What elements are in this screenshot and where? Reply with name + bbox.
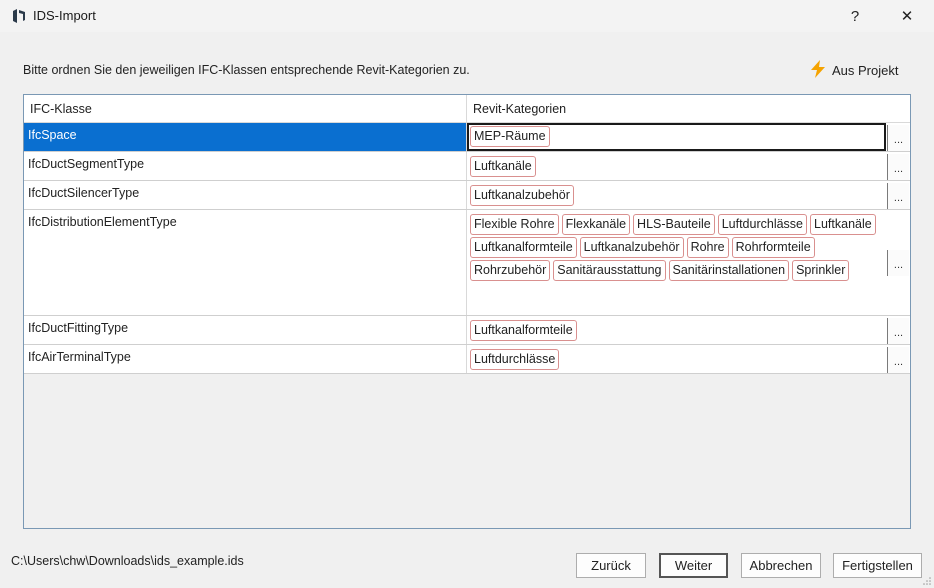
category-tag[interactable]: Luftkanalformteile — [470, 237, 577, 258]
resize-grip-icon[interactable] — [922, 576, 932, 586]
category-tag[interactable]: Sanitärausstattung — [553, 260, 666, 281]
lightning-icon — [808, 59, 828, 82]
category-tag[interactable]: Luftkanäle — [810, 214, 876, 235]
ifc-class-cell: IfcDuctFittingType — [28, 321, 129, 335]
category-tag[interactable]: Luftdurchlässe — [717, 214, 808, 235]
table-row[interactable]: IfcSpace MEP-Räume... — [24, 123, 910, 152]
browse-categories-button[interactable]: ... — [887, 250, 909, 276]
file-path: C:\Users\chw\Downloads\ids_example.ids — [11, 554, 244, 568]
category-tag[interactable]: MEP-Räume — [470, 126, 550, 147]
back-button[interactable]: Zurück — [576, 553, 646, 578]
category-tag[interactable]: Luftdurchlässe — [470, 349, 560, 370]
ifc-class-cell: IfcSpace — [28, 128, 77, 142]
ifc-class-cell: IfcDistributionElementType — [28, 215, 177, 229]
table-row[interactable]: IfcDuctSilencerType Luftkanalzubehör... — [24, 181, 910, 210]
window-title: IDS-Import — [33, 8, 96, 23]
grid-header: IFC-Klasse Revit-Kategorien — [24, 95, 910, 123]
help-button[interactable]: ? — [832, 0, 878, 32]
from-project-label: Aus Projekt — [832, 62, 899, 78]
browse-categories-button[interactable]: ... — [887, 125, 909, 151]
category-tag[interactable]: Luftkanalformteile — [470, 320, 577, 341]
category-tags: Luftkanalformteile — [470, 320, 884, 341]
browse-categories-button[interactable]: ... — [887, 347, 909, 373]
category-tags: Luftkanäle — [470, 156, 884, 177]
ifc-class-cell: IfcAirTerminalType — [28, 350, 131, 364]
category-tag[interactable]: Luftkanäle — [470, 156, 536, 177]
category-tag[interactable]: Rohrformteile — [731, 237, 815, 258]
title-bar: IDS-Import ? ✕ — [0, 0, 934, 32]
next-button[interactable]: Weiter — [659, 553, 728, 578]
column-header-revit-categories[interactable]: Revit-Kategorien — [473, 102, 566, 116]
category-tag[interactable]: Flexible Rohre — [470, 214, 559, 235]
instruction-text: Bitte ordnen Sie den jeweiligen IFC-Klas… — [23, 63, 470, 77]
browse-categories-button[interactable]: ... — [887, 183, 909, 209]
ifc-class-cell: IfcDuctSegmentType — [28, 157, 145, 171]
close-button[interactable]: ✕ — [884, 0, 930, 32]
table-row[interactable]: IfcAirTerminalType Luftdurchlässe... — [24, 345, 910, 374]
category-tag[interactable]: Luftkanalzubehör — [579, 237, 684, 258]
category-tag[interactable]: Flexkanäle — [561, 214, 631, 235]
category-tags: MEP-Räume — [470, 126, 884, 147]
category-tags: Luftkanalzubehör — [470, 185, 884, 206]
browse-categories-button[interactable]: ... — [887, 154, 909, 180]
browse-categories-button[interactable]: ... — [887, 318, 909, 344]
category-tag[interactable]: Rohrzubehör — [470, 260, 551, 281]
from-project-button[interactable]: Aus Projekt — [808, 59, 899, 82]
table-row[interactable]: IfcDuctSegmentType Luftkanäle... — [24, 152, 910, 181]
category-tag[interactable]: HLS-Bauteile — [633, 214, 715, 235]
ifc-class-cell: IfcDuctSilencerType — [28, 186, 140, 200]
category-tag[interactable]: Luftkanalzubehör — [470, 185, 574, 206]
category-tag[interactable]: Rohre — [686, 237, 729, 258]
table-row[interactable]: IfcDistributionElementType Flexible Rohre… — [24, 210, 910, 316]
column-header-ifc-class[interactable]: IFC-Klasse — [30, 102, 92, 116]
mapping-grid: IFC-Klasse Revit-Kategorien IfcSpace MEP-… — [23, 94, 911, 529]
table-row[interactable]: IfcDuctFittingType Luftkanalformteile... — [24, 316, 910, 345]
category-tags: Flexible Rohre Flexkanäle HLS-Bauteile Luft… — [470, 214, 884, 281]
category-tags: Luftdurchlässe — [470, 349, 884, 370]
cancel-button[interactable]: Abbrechen — [741, 553, 821, 578]
category-tag[interactable]: Sprinkler — [792, 260, 850, 281]
app-logo-icon — [11, 8, 27, 24]
category-tag[interactable]: Sanitärinstallationen — [668, 260, 790, 281]
finish-button[interactable]: Fertigstellen — [833, 553, 922, 578]
